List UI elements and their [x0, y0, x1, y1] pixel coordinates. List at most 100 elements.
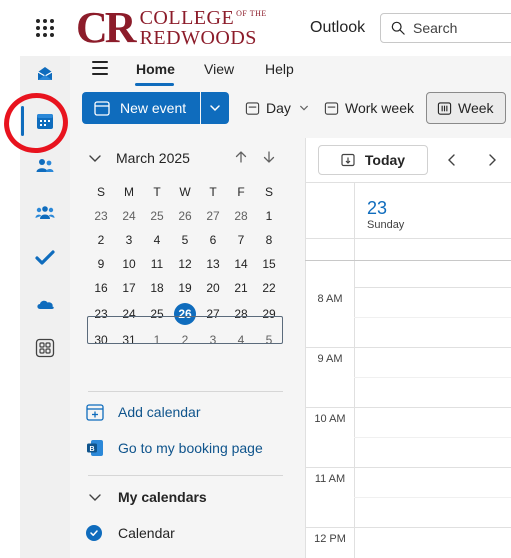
tab-home-underline: [135, 83, 174, 86]
day-header-name: Sunday: [367, 219, 405, 231]
day-cell[interactable]: 1: [255, 209, 283, 223]
day-view-button[interactable]: Day: [245, 92, 315, 124]
new-event-button[interactable]: New event: [82, 92, 200, 124]
calendar-list-item[interactable]: Calendar: [86, 525, 175, 541]
previous-month-arrow-icon[interactable]: [234, 150, 248, 164]
tab-help[interactable]: Help: [265, 61, 294, 77]
chevron-down-icon: [210, 105, 220, 112]
new-event-label: New event: [120, 100, 187, 116]
week-view-button[interactable]: Week: [426, 92, 506, 124]
time-label: 12 PM: [314, 533, 346, 545]
chevron-down-icon: [299, 105, 308, 111]
college-logo[interactable]: CR COLLEGE OF THE REDWOODS: [76, 6, 267, 50]
day-cell[interactable]: 5: [171, 233, 199, 247]
day-cell[interactable]: 4: [143, 233, 171, 247]
search-icon: [391, 21, 405, 35]
day-cell[interactable]: 16: [87, 281, 115, 295]
weekday-header: S: [264, 185, 273, 199]
week-row: 23 24 25 26 27 28 1: [87, 204, 283, 228]
weekday-header: T: [209, 185, 217, 199]
weekday-header: W: [179, 185, 191, 199]
work-week-view-button[interactable]: Work week: [324, 92, 414, 124]
chevron-down-icon[interactable]: [88, 151, 102, 165]
day-cell[interactable]: 15: [255, 257, 283, 271]
weekday-header: F: [237, 185, 245, 199]
people-icon[interactable]: [34, 155, 56, 177]
next-month-arrow-icon[interactable]: [262, 150, 276, 164]
day-cell[interactable]: 21: [227, 281, 255, 295]
divider: [88, 475, 283, 476]
logo-of-the: OF THE: [236, 9, 267, 18]
day-cell[interactable]: 24: [115, 209, 143, 223]
today-button[interactable]: Today: [318, 145, 428, 175]
day-cell[interactable]: 2: [87, 233, 115, 247]
logo-line2: REDWOODS: [139, 27, 257, 49]
my-calendars-header[interactable]: My calendars: [88, 489, 207, 505]
calendar-add-icon: [86, 404, 104, 421]
day-cell[interactable]: 26: [171, 209, 199, 223]
day-cell[interactable]: 9: [87, 257, 115, 271]
week-row: 9 10 11 12 13 14 15: [87, 252, 283, 276]
day-cell[interactable]: 28: [227, 209, 255, 223]
week-view-label: Week: [458, 100, 494, 116]
day-cell[interactable]: 27: [199, 209, 227, 223]
svg-text:B: B: [89, 446, 94, 453]
my-calendars-label: My calendars: [118, 489, 207, 505]
day-header-number[interactable]: 23: [367, 198, 387, 219]
day-cell[interactable]: 10: [115, 257, 143, 271]
todo-check-icon[interactable]: [34, 247, 56, 269]
week-view-icon: [437, 101, 452, 115]
day-cell[interactable]: 19: [171, 281, 199, 295]
work-week-icon: [324, 101, 339, 115]
mail-icon[interactable]: [34, 63, 56, 85]
booking-page-link[interactable]: B Go to my booking page: [86, 439, 263, 457]
time-label: 11 AM: [314, 473, 346, 485]
calendar-today-icon: [341, 153, 355, 167]
app-name[interactable]: Outlook: [310, 19, 365, 37]
today-label: Today: [364, 152, 406, 168]
day-view-label: Day: [266, 100, 291, 116]
week-row: 16 17 18 19 20 21 22: [87, 276, 283, 300]
tab-view[interactable]: View: [204, 61, 234, 77]
calendar-main: [305, 138, 511, 558]
time-label: 10 AM: [314, 413, 346, 425]
day-cell[interactable]: 7: [227, 233, 255, 247]
hamburger-menu-icon[interactable]: [92, 61, 108, 75]
day-cell[interactable]: 23: [87, 209, 115, 223]
day-cell[interactable]: 14: [227, 257, 255, 271]
weekday-header: S: [96, 185, 105, 199]
selected-week-outline: [87, 316, 283, 344]
add-calendar-link[interactable]: Add calendar: [86, 403, 201, 421]
day-cell[interactable]: 8: [255, 233, 283, 247]
chevron-left-icon[interactable]: [446, 153, 458, 167]
day-cell[interactable]: 11: [143, 257, 171, 271]
top-bar: CR COLLEGE OF THE REDWOODS Outlook Search: [0, 0, 511, 56]
mini-calendar-header[interactable]: March 2025: [88, 150, 190, 166]
weekday-headers: S M T W T F S: [87, 180, 283, 204]
day-cell[interactable]: 12: [171, 257, 199, 271]
day-cell[interactable]: 6: [199, 233, 227, 247]
day-cell[interactable]: 25: [143, 209, 171, 223]
search-box[interactable]: Search: [380, 13, 511, 43]
more-apps-icon[interactable]: [34, 337, 56, 359]
groups-icon[interactable]: [34, 202, 56, 224]
checkmark-circle-icon[interactable]: [86, 525, 102, 541]
bookings-icon: B: [87, 440, 103, 456]
tab-home[interactable]: Home: [136, 61, 175, 77]
day-cell[interactable]: 20: [199, 281, 227, 295]
calendar-item-label: Calendar: [118, 525, 175, 541]
day-cell[interactable]: 3: [115, 233, 143, 247]
day-cell[interactable]: 13: [199, 257, 227, 271]
weekday-header: M: [124, 185, 134, 199]
day-view-icon: [245, 101, 260, 115]
week-row: 2 3 4 5 6 7 8: [87, 228, 283, 252]
day-cell[interactable]: 22: [255, 281, 283, 295]
chevron-right-icon[interactable]: [486, 153, 498, 167]
onedrive-cloud-icon[interactable]: [34, 293, 56, 315]
app-launcher-icon[interactable]: [36, 19, 54, 37]
day-cell[interactable]: 17: [115, 281, 143, 295]
new-event-dropdown[interactable]: [201, 92, 229, 124]
calendar-add-icon: [94, 101, 110, 116]
logo-initials: CR: [76, 3, 137, 52]
day-cell[interactable]: 18: [143, 281, 171, 295]
